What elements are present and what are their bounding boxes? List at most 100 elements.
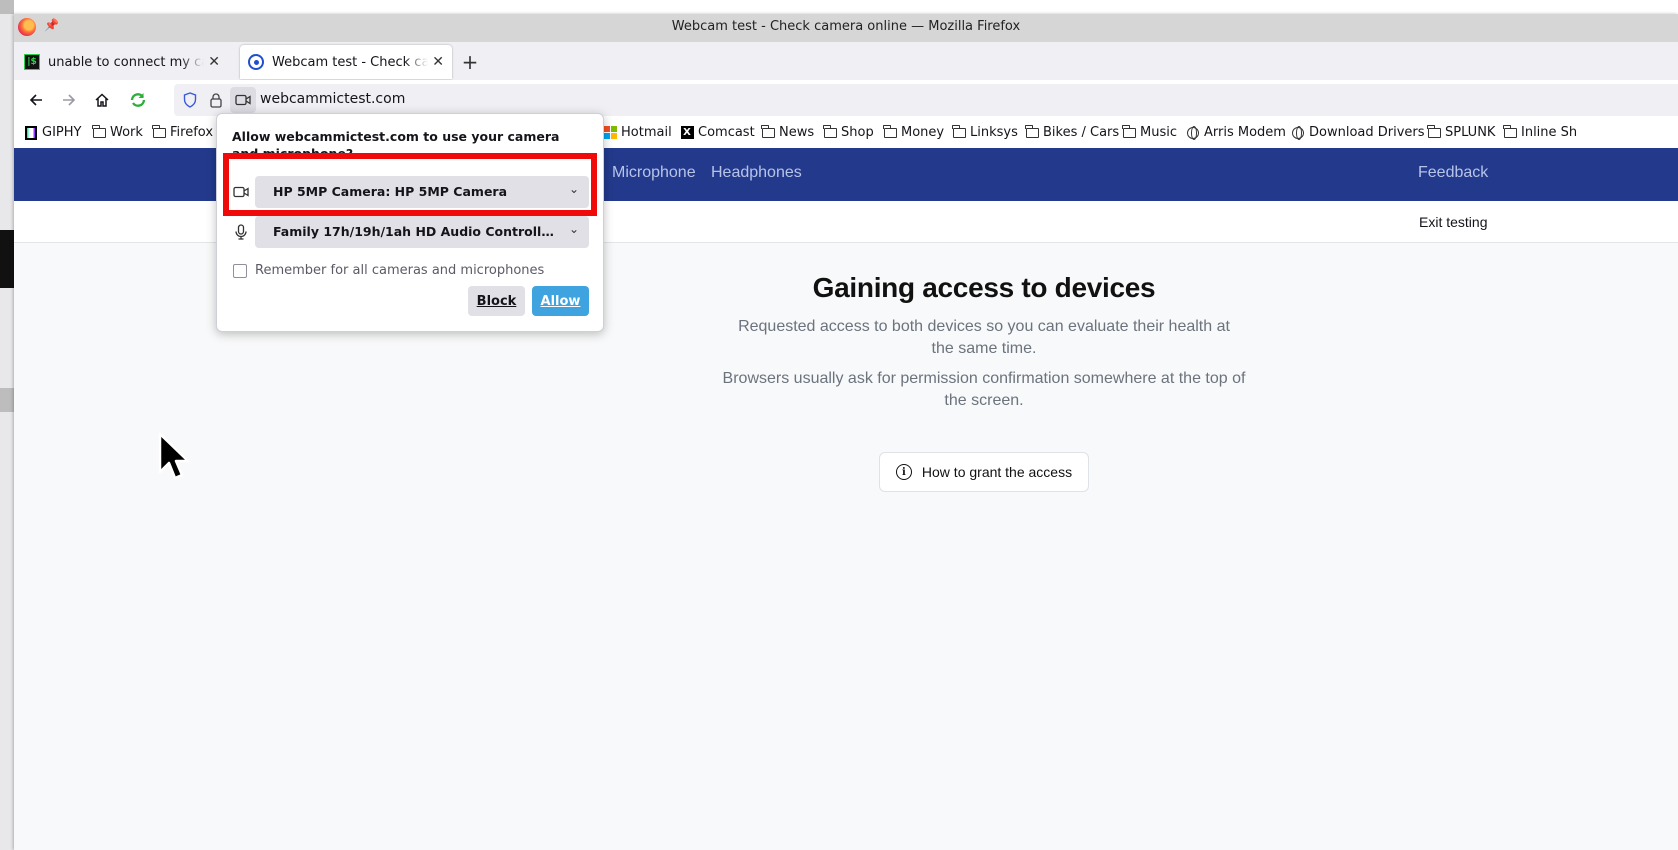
bookmark-label: GIPHY (42, 125, 82, 140)
bookmark-download-drivers[interactable]: Download Drivers (1291, 125, 1425, 140)
exit-testing-button[interactable]: Exit testing (1419, 214, 1487, 230)
webcam-icon (248, 54, 264, 70)
chevron-down-icon[interactable]: ⌄ (569, 182, 579, 196)
bookmark-label: Money (901, 125, 945, 140)
bookmark-splunk[interactable]: SPLUNK (1427, 124, 1496, 140)
remember-option[interactable]: Remember for all cameras and microphones (233, 263, 544, 278)
bookmark-arris-modem[interactable]: Arris Modem (1186, 125, 1286, 140)
bookmark-label: Download Drivers (1309, 125, 1425, 140)
tab-strip: |$ unable to connect my camera ✕ Webcam … (14, 42, 1678, 80)
microphone-select[interactable]: Family 17h/19h/1ah HD Audio Controller A… (255, 216, 589, 248)
bookmark-label: Bikes / Cars (1043, 125, 1120, 140)
access-hint: Browsers usually ask for permission conf… (722, 370, 1246, 409)
how-to-grant-label: How to grant the access (921, 464, 1073, 480)
permission-message: Allow webcammictest.com to use your came… (232, 129, 560, 158)
nav-link-headphones[interactable]: Headphones (711, 164, 802, 182)
home-icon (95, 93, 109, 107)
folder-icon (92, 124, 106, 139)
bookmark-giphy[interactable]: GIPHY (24, 125, 81, 140)
bookmark-bikes-cars[interactable]: Bikes / Cars (1025, 124, 1120, 140)
bookmark-label: Inline Sh (1521, 125, 1578, 140)
nav-link-microphone[interactable]: Microphone (612, 164, 696, 182)
block-button[interactable]: Block (468, 286, 525, 316)
microphone-row: Family 17h/19h/1ah HD Audio Controller A… (231, 216, 591, 248)
folder-icon (952, 124, 966, 139)
permission-popup: Allow webcammictest.com to use your came… (216, 113, 604, 332)
camera-icon (233, 184, 249, 200)
bookmark-work[interactable]: Work (92, 124, 143, 140)
bookmark-news[interactable]: News (761, 124, 815, 140)
bookmark-inline[interactable]: Inline Sh (1503, 124, 1578, 140)
camera-select[interactable]: HP 5MP Camera: HP 5MP Camera (255, 176, 589, 208)
page-heading: Gaining access to devices (812, 272, 1156, 303)
mouse-cursor-icon (158, 432, 190, 480)
refresh-green-icon (130, 93, 146, 107)
forward-button[interactable] (55, 86, 83, 114)
tab-label: unable to connect my camera (48, 54, 204, 70)
bookmark-label: News (779, 125, 815, 140)
folder-icon (1427, 124, 1441, 139)
feedback-link[interactable]: Feedback (1418, 164, 1488, 182)
camera-row: HP 5MP Camera: HP 5MP Camera ⌄ (231, 176, 591, 208)
stats-icon: |$ (24, 54, 40, 70)
url-bar[interactable]: webcammictest.com (174, 84, 1678, 116)
x-logo-icon: X (680, 126, 694, 139)
tab-webcam-test[interactable]: Webcam test - Check camera online ✕ (240, 45, 452, 79)
access-description: Requested access to both devices so you … (738, 318, 1230, 357)
bookmark-label: Arris Modem (1204, 125, 1286, 140)
url-text[interactable]: webcammictest.com (260, 91, 405, 107)
globe-icon (1291, 126, 1305, 140)
back-arrow-icon (29, 94, 42, 106)
bookmark-label: Work (110, 125, 143, 140)
bookmark-shop[interactable]: Shop (823, 124, 874, 140)
new-tab-button[interactable]: + (456, 48, 484, 76)
chevron-down-icon[interactable]: ⌄ (569, 222, 579, 236)
bookmark-firefox[interactable]: Firefox (152, 124, 214, 140)
bookmark-label: Firefox (170, 125, 214, 140)
bookmark-money[interactable]: Money (883, 124, 945, 140)
bookmark-music[interactable]: Music (1122, 124, 1177, 140)
forward-arrow-icon (63, 94, 76, 106)
bookmark-label: SPLUNK (1445, 125, 1496, 140)
close-tab-icon[interactable]: ✕ (432, 54, 444, 70)
tab-unable-to-connect[interactable]: |$ unable to connect my camera ✕ (16, 45, 228, 79)
folder-icon (1503, 124, 1517, 139)
screen: 📌 Webcam test - Check camera online — Mo… (0, 0, 1678, 850)
globe-icon (1186, 126, 1200, 140)
bookmark-comcast[interactable]: X Comcast (680, 125, 755, 140)
bookmark-label: Hotmail (621, 125, 672, 140)
access-message: Gaining access to devices Requested acce… (654, 272, 1314, 492)
bookmark-hotmail[interactable]: Hotmail (603, 125, 672, 140)
window-title: Webcam test - Check camera online — Mozi… (671, 19, 1021, 34)
back-button[interactable] (22, 86, 50, 114)
folder-icon (761, 124, 775, 139)
bookmark-label: Music (1140, 125, 1177, 140)
bookmark-label: Comcast (698, 125, 755, 140)
folder-icon (823, 124, 837, 139)
how-to-grant-access-button[interactable]: i How to grant the access (878, 452, 1090, 492)
info-icon: i (895, 464, 912, 480)
camera-permission-icon[interactable] (230, 87, 256, 113)
microsoft-icon (603, 126, 617, 139)
lock-icon[interactable] (206, 90, 226, 110)
microphone-icon (233, 224, 249, 240)
allow-button[interactable]: Allow (532, 286, 589, 316)
bookmark-label: Shop (841, 125, 874, 140)
folder-icon (1025, 124, 1039, 139)
camera-select-value: HP 5MP Camera: HP 5MP Camera (273, 184, 508, 199)
shield-icon[interactable] (180, 90, 200, 110)
close-tab-icon[interactable]: ✕ (208, 54, 220, 70)
remember-label: Remember for all cameras and microphones (255, 263, 545, 278)
microphone-select-value: Family 17h/19h/1ah HD Audio Controller A… (273, 224, 589, 239)
bookmark-label: Linksys (970, 125, 1018, 140)
folder-icon (883, 124, 897, 139)
title-bar: 📌 Webcam test - Check camera online — Mo… (14, 14, 1678, 42)
folder-icon (152, 124, 166, 139)
folder-icon (1122, 124, 1136, 139)
home-button[interactable] (88, 86, 116, 114)
bookmark-linksys[interactable]: Linksys (952, 124, 1018, 140)
background-window (0, 0, 14, 850)
extension-button[interactable] (124, 86, 152, 114)
remember-checkbox[interactable] (233, 263, 247, 278)
giphy-icon (24, 125, 38, 140)
